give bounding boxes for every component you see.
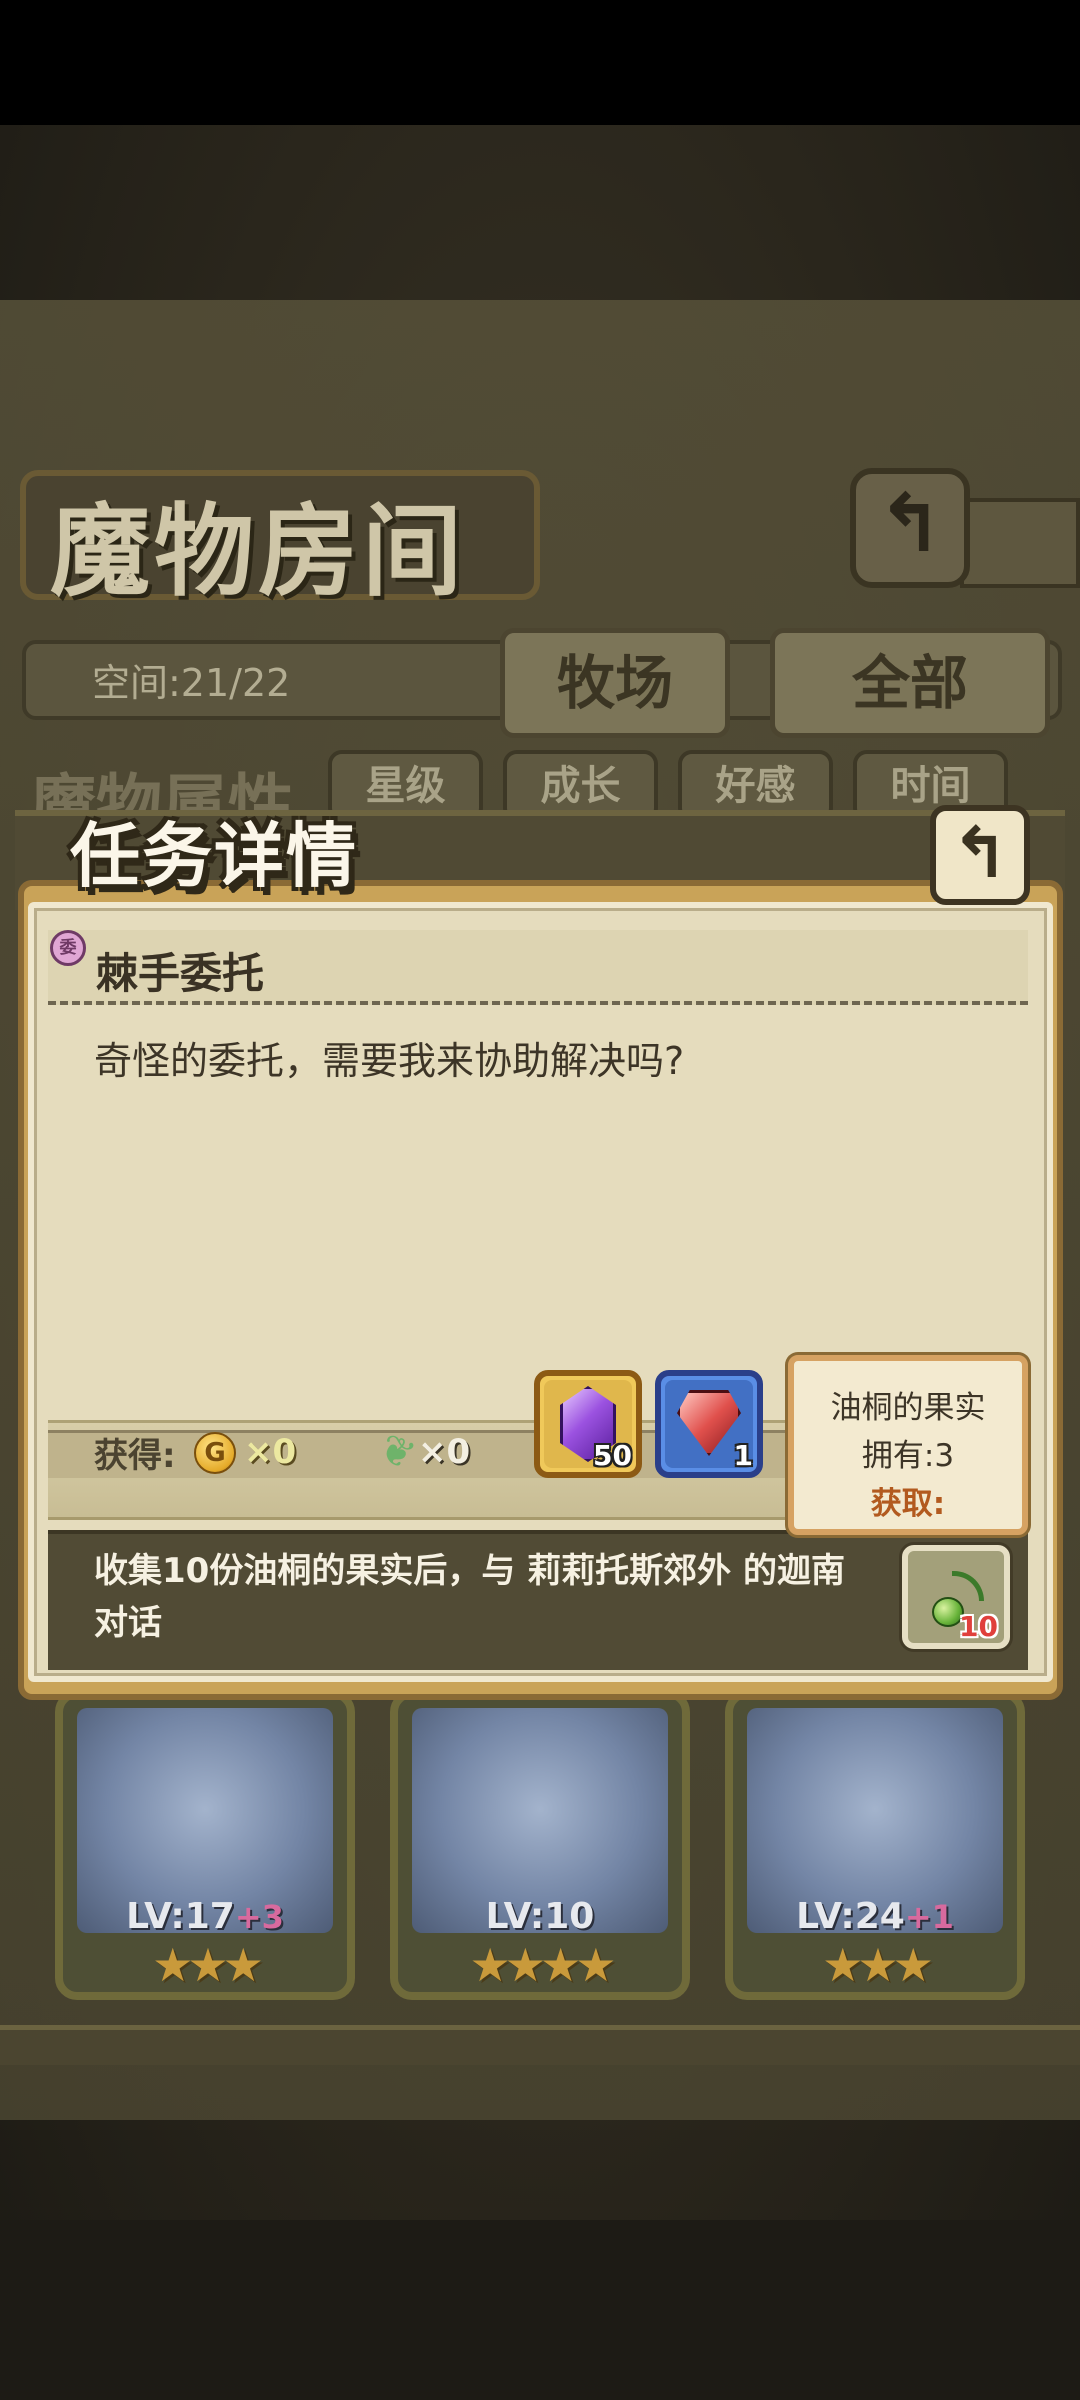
status-bar	[0, 0, 1080, 125]
quest-description: 奇怪的委托，需要我来协助解决吗?	[94, 1039, 685, 1083]
coin-reward-value: ×0	[244, 1432, 297, 1472]
monster-card[interactable]: LV:10 ★★★★	[390, 1690, 690, 2000]
reward-label: 获得:	[94, 1436, 176, 1476]
room-back-extension	[960, 498, 1080, 588]
tooltip-obtain-link[interactable]: 获取:	[788, 1478, 1028, 1523]
tooltip-item-name: 油桐的果实	[830, 1390, 986, 1426]
monster-stars: ★★★★	[469, 1938, 617, 1992]
monster-level: LV:17+3	[126, 1896, 284, 1937]
reward-item-purple-gem[interactable]: 50	[534, 1370, 642, 1478]
monster-level: LV:10	[485, 1896, 595, 1937]
reward-item-red-gem[interactable]: 1	[655, 1370, 763, 1478]
dialog-title: 任务详情	[70, 814, 358, 897]
room-bottom-frame	[0, 2025, 1080, 2065]
gold-coin-icon: G	[194, 1432, 236, 1474]
room-title: 魔物房间	[50, 492, 466, 610]
return-arrow-icon: ↰	[950, 812, 1010, 894]
quest-name: 棘手委托	[96, 949, 265, 998]
tooltip-owned: 拥有:3	[861, 1438, 955, 1474]
bottom-strip	[0, 2220, 1080, 2400]
monster-card[interactable]: LV:24+1 ★★★	[725, 1690, 1025, 2000]
tab-all[interactable]: 全部	[770, 628, 1050, 738]
dialog-close-button[interactable]: ↰	[930, 805, 1030, 905]
monster-card[interactable]: LV:17+3 ★★★	[55, 1690, 355, 2000]
return-arrow-icon: ↰	[876, 477, 944, 570]
tab-ranch[interactable]: 牧场	[500, 628, 730, 738]
objective-text: 收集10份油桐的果实后，与 莉莉托斯郊外 的迦南对话	[94, 1551, 845, 1643]
monster-stars: ★★★	[152, 1938, 264, 1992]
objective-item-count: 10	[959, 1610, 998, 1643]
item-count: 1	[733, 1439, 753, 1472]
objective-item-slot[interactable]: 10	[902, 1545, 1010, 1649]
quest-type-badge: 委	[50, 930, 86, 966]
room-back-button[interactable]: ↰	[850, 468, 970, 588]
monster-stars: ★★★	[822, 1938, 934, 1992]
monster-level: LV:24+1	[796, 1896, 954, 1937]
feather-reward-value: ×0	[418, 1432, 471, 1472]
item-count: 50	[593, 1439, 632, 1472]
space-label: 空间:21/22	[92, 661, 291, 705]
